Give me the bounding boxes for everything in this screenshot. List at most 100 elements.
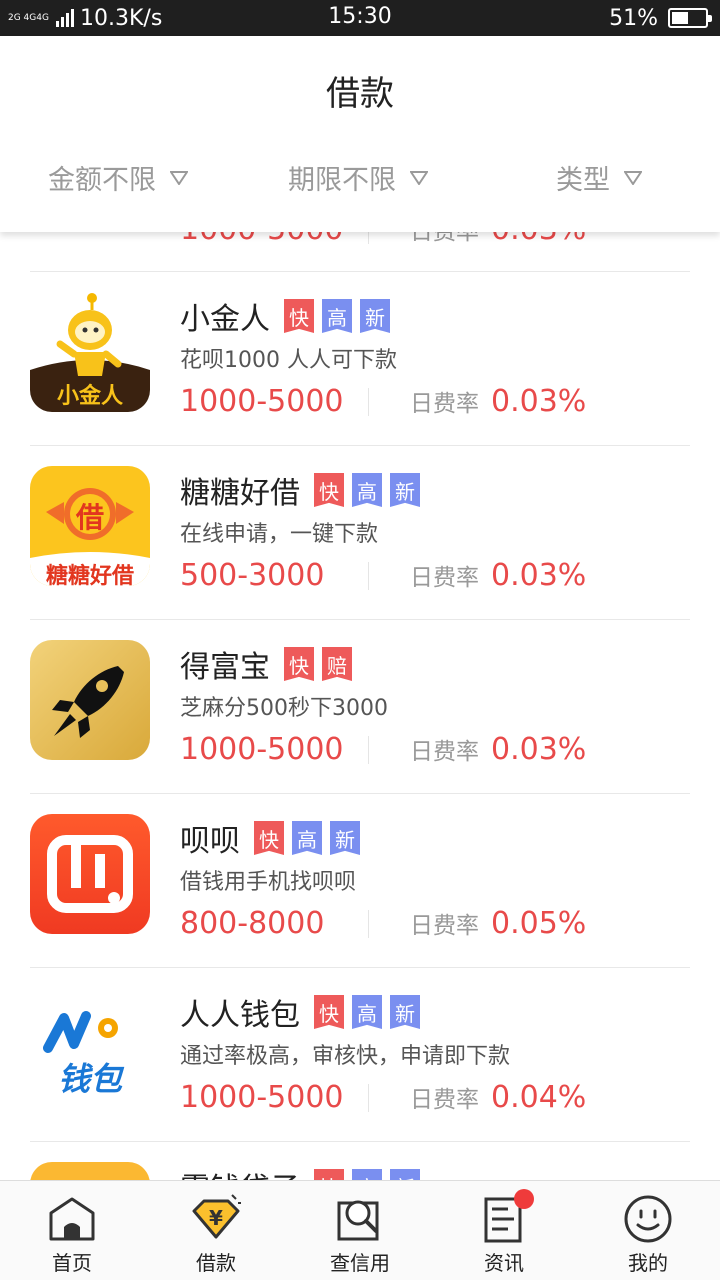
tag-fast: 快 bbox=[314, 995, 344, 1029]
battery-icon bbox=[668, 8, 712, 28]
nav-credit[interactable]: 查信用 bbox=[288, 1181, 432, 1280]
product-rate: 日费率 0.03% bbox=[410, 558, 586, 593]
list-item[interactable]: 借 糖糖好借 糖糖好借 快 高 新 在线申请，一键下款 500-3000 日费率… bbox=[0, 446, 720, 620]
product-logo-beibei bbox=[30, 814, 150, 934]
rate-label: 日费率 bbox=[410, 1087, 479, 1113]
credit-search-icon bbox=[337, 1200, 379, 1241]
tag-fast: 快 bbox=[284, 299, 314, 333]
product-amount: 1000-5000 bbox=[180, 732, 344, 767]
tag-new: 新 bbox=[390, 995, 420, 1029]
filter-amount[interactable]: 金额不限 bbox=[48, 158, 188, 197]
tag-high: 高 bbox=[352, 995, 382, 1029]
product-logo-tangtang: 借 糖糖好借 bbox=[30, 466, 150, 586]
page-header: 借款 金额不限 期限不限 类型 bbox=[0, 36, 720, 232]
product-name: 糖糖好借 bbox=[180, 476, 300, 511]
nav-home[interactable]: 首页 bbox=[0, 1181, 144, 1280]
nav-loan-label: 借款 bbox=[196, 1251, 236, 1275]
filter-amount-label: 金额不限 bbox=[48, 165, 156, 196]
product-name: 呗呗 bbox=[180, 824, 240, 859]
separator bbox=[368, 388, 369, 416]
logo-text: 小金人 bbox=[56, 384, 123, 409]
product-rate: 日费率 0.04% bbox=[410, 1080, 586, 1115]
product-logo-xiaojinren: 小金人 bbox=[30, 292, 150, 412]
filter-term[interactable]: 期限不限 bbox=[288, 158, 428, 197]
rate-label: 日费率 bbox=[410, 391, 479, 417]
list-item[interactable]: 得富宝 快 赔 芝麻分500秒下3000 1000-5000 日费率 0.03% bbox=[0, 620, 720, 794]
product-name: 小金人 bbox=[180, 302, 270, 337]
tag-fast: 快 bbox=[254, 821, 284, 855]
product-title-row: 糖糖好借 快 高 新 bbox=[180, 468, 420, 512]
triangle-down-icon bbox=[170, 170, 188, 185]
rate-value: 0.03% bbox=[491, 558, 587, 593]
product-desc: 通过率极高，审核快，申请即下款 bbox=[180, 1044, 511, 1069]
tag-high: 高 bbox=[292, 821, 322, 855]
yen-diamond-icon: ¥ bbox=[192, 1194, 241, 1239]
nav-mine-label: 我的 bbox=[628, 1251, 668, 1275]
notification-dot bbox=[514, 1189, 534, 1209]
tag-new: 新 bbox=[360, 299, 390, 333]
loan-product-list: 1000-5000 日费率 0.03% 小金人 小金人 bbox=[0, 120, 720, 1280]
product-desc: 借钱用手机找呗呗 bbox=[180, 870, 357, 895]
nav-mine[interactable]: 我的 bbox=[576, 1181, 720, 1280]
smiley-icon bbox=[624, 1195, 672, 1243]
separator bbox=[368, 910, 369, 938]
filter-term-label: 期限不限 bbox=[288, 165, 396, 196]
separator bbox=[368, 1084, 369, 1112]
list-item[interactable]: 钱包 人人钱包 快 高 新 通过率极高，审核快，申请即下款 1000-5000 … bbox=[0, 968, 720, 1142]
nav-news[interactable]: 资讯 bbox=[432, 1181, 576, 1280]
list-item[interactable]: 呗呗 快 高 新 借钱用手机找呗呗 800-8000 日费率 0.05% bbox=[0, 794, 720, 968]
status-bar: 2G 4G4G 10.3K/s 15:30 51% bbox=[0, 0, 720, 36]
nav-news-label: 资讯 bbox=[484, 1251, 524, 1275]
product-rate: 日费率 0.05% bbox=[410, 906, 586, 941]
tag-new: 新 bbox=[330, 821, 360, 855]
triangle-down-icon bbox=[410, 170, 428, 185]
product-amount: 500-3000 bbox=[180, 558, 325, 593]
product-logo-defubao bbox=[30, 640, 150, 760]
filter-type[interactable]: 类型 bbox=[556, 158, 642, 197]
tag-fast: 快 bbox=[314, 473, 344, 507]
rate-label: 日费率 bbox=[410, 565, 479, 591]
separator bbox=[368, 562, 369, 590]
product-desc: 在线申请，一键下款 bbox=[180, 522, 379, 547]
product-rate: 日费率 0.03% bbox=[410, 384, 586, 419]
product-desc: 芝麻分500秒下3000 bbox=[180, 696, 388, 721]
list-item[interactable]: 小金人 小金人 快 高 新 花呗1000 人人可下款 1000-5000 日费率… bbox=[0, 272, 720, 446]
status-right: 51% bbox=[609, 4, 712, 32]
battery-percent: 51% bbox=[609, 5, 658, 31]
rate-label: 日费率 bbox=[410, 913, 479, 939]
filter-type-label: 类型 bbox=[556, 165, 610, 196]
page-title: 借款 bbox=[326, 74, 394, 114]
filter-bar: 金额不限 期限不限 类型 bbox=[0, 158, 720, 202]
product-logo-renrenqianbao: 钱包 bbox=[30, 988, 150, 1108]
product-title-row: 小金人 快 高 新 bbox=[180, 294, 390, 338]
rate-value: 0.03% bbox=[491, 732, 587, 767]
product-title-row: 得富宝 快 赔 bbox=[180, 642, 352, 686]
nav-loan[interactable]: ¥ 借款 bbox=[144, 1181, 288, 1280]
bottom-nav: 首页 ¥ 借款 查信用 资讯 我的 bbox=[0, 1180, 720, 1280]
product-title-row: 呗呗 快 高 新 bbox=[180, 816, 360, 860]
rocket-icon bbox=[52, 666, 124, 738]
svg-text:¥: ¥ bbox=[209, 1206, 223, 1230]
home-icon bbox=[49, 1197, 95, 1241]
separator bbox=[368, 736, 369, 764]
product-title-row: 人人钱包 快 高 新 bbox=[180, 990, 420, 1034]
tag-high: 高 bbox=[322, 299, 352, 333]
rate-label: 日费率 bbox=[410, 739, 479, 765]
tag-fast: 快 bbox=[284, 647, 314, 681]
tag-new: 新 bbox=[390, 473, 420, 507]
product-amount: 1000-5000 bbox=[180, 1080, 344, 1115]
product-amount: 1000-5000 bbox=[180, 384, 344, 419]
nav-credit-label: 查信用 bbox=[330, 1251, 390, 1275]
product-name: 得富宝 bbox=[180, 650, 270, 685]
logo-text: 糖糖好借 bbox=[45, 564, 134, 586]
nav-home-label: 首页 bbox=[52, 1251, 92, 1275]
triangle-down-icon bbox=[624, 170, 642, 185]
product-rate: 日费率 0.03% bbox=[410, 732, 586, 767]
product-desc: 花呗1000 人人可下款 bbox=[180, 348, 397, 373]
tag-compensate: 赔 bbox=[322, 647, 352, 681]
tag-high: 高 bbox=[352, 473, 382, 507]
rate-value: 0.05% bbox=[491, 906, 587, 941]
beibei-logo-icon bbox=[47, 835, 133, 913]
product-amount: 800-8000 bbox=[180, 906, 325, 941]
logo-text: 钱包 bbox=[57, 1060, 122, 1098]
